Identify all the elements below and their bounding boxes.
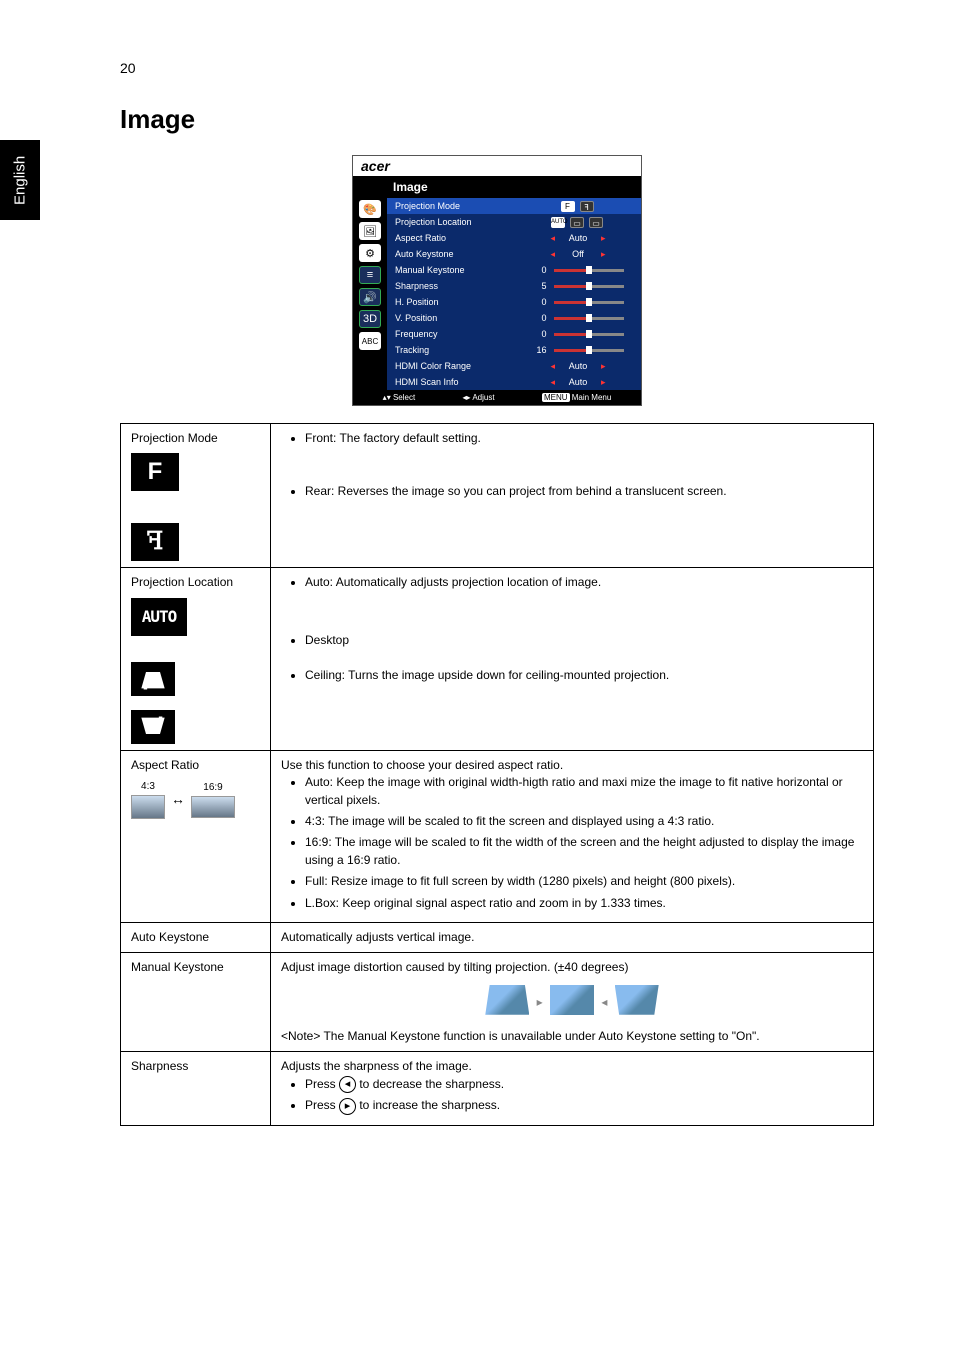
- section-title: Image: [120, 104, 874, 135]
- osd-row: HDMI Scan Info◂Auto▸: [387, 374, 641, 390]
- osd-row: Projection ModeFꟻ: [387, 198, 641, 214]
- row-label: Sharpness: [121, 1052, 271, 1125]
- osd-nav-icon: ≡: [359, 266, 381, 284]
- osd-row: Manual Keystone0: [387, 262, 641, 278]
- osd-row: Sharpness5: [387, 278, 641, 294]
- row-label: Auto Keystone: [121, 922, 271, 952]
- osd-screenshot: acer Image 🎨 🖼 ⚙ ≡ 🔊 3D ABC Projection M…: [352, 155, 642, 406]
- ceiling-icon: [131, 710, 175, 744]
- row-label: Manual Keystone: [121, 953, 271, 1052]
- cell-text: Automatically adjusts vertical image.: [271, 922, 874, 952]
- bullet: Desktop: [305, 632, 863, 649]
- cell-text: Adjusts the sharpness of the image.: [281, 1058, 863, 1075]
- cell-text: Adjust image distortion caused by tiltin…: [281, 959, 863, 976]
- bullet: Auto: Keep the image with original width…: [305, 774, 863, 809]
- bullet: 4:3: The image will be scaled to fit the…: [305, 813, 863, 830]
- language-tab: English: [0, 140, 40, 220]
- bullet: Ceiling: Turns the image upside down for…: [305, 667, 863, 684]
- desktop-icon: [131, 662, 175, 696]
- osd-footer: ▴▾ Select ◂▸ Adjust MENU Main Menu: [353, 390, 641, 405]
- right-arrow-icon: ▸: [339, 1098, 356, 1115]
- bullet: Press ▸ to increase the sharpness.: [305, 1097, 863, 1114]
- osd-row: HDMI Color Range◂Auto▸: [387, 358, 641, 374]
- keystone-diagram: ▸ ◂: [281, 985, 863, 1020]
- bullet: Press ◂ to decrease the sharpness.: [305, 1076, 863, 1093]
- osd-row: V. Position0: [387, 310, 641, 326]
- osd-nav-icon: ABC: [359, 332, 381, 350]
- bullet: Auto: Automatically adjusts projection l…: [305, 574, 863, 591]
- osd-nav-icon: 🔊: [359, 288, 381, 306]
- osd-nav-icon: 🖼: [359, 222, 381, 240]
- osd-row: Tracking16: [387, 342, 641, 358]
- osd-row: Auto Keystone◂Off▸: [387, 246, 641, 262]
- row-label: Aspect Ratio: [131, 757, 260, 774]
- note-text: <Note> The Manual Keystone function is u…: [281, 1028, 863, 1045]
- bullet: Full: Resize image to fit full screen by…: [305, 873, 863, 890]
- osd-title: Image: [353, 176, 641, 198]
- osd-sidebar: 🎨 🖼 ⚙ ≡ 🔊 3D ABC: [353, 198, 387, 390]
- front-icon: F: [131, 453, 179, 491]
- bullet: L.Box: Keep original signal aspect ratio…: [305, 895, 863, 912]
- row-label: Projection Location: [131, 574, 260, 591]
- osd-nav-icon: ⚙: [359, 244, 381, 262]
- intro-text: Use this function to choose your desired…: [281, 757, 863, 774]
- osd-row: Frequency0: [387, 326, 641, 342]
- auto-icon: AUTO: [131, 598, 187, 636]
- osd-rows: Projection ModeFꟻProjection LocationAUTO…: [387, 198, 641, 390]
- osd-row: Projection LocationAUTO▭▭: [387, 214, 641, 230]
- osd-nav-icon: 🎨: [359, 200, 381, 218]
- spec-table-main: Projection Mode F ꟻ Front: The factory d…: [120, 423, 874, 1126]
- row-label: Projection Mode: [131, 430, 260, 447]
- page-number: 20: [120, 60, 874, 76]
- rear-icon: ꟻ: [131, 523, 179, 561]
- bullet: Front: The factory default setting.: [305, 430, 863, 447]
- osd-nav-icon: 3D: [359, 310, 381, 328]
- osd-row: Aspect Ratio◂Auto▸: [387, 230, 641, 246]
- left-arrow-icon: ◂: [339, 1076, 356, 1093]
- bullet: Rear: Reverses the image so you can proj…: [305, 483, 863, 500]
- aspect-ratio-icons: 4:3 ↔ 16:9: [131, 780, 260, 819]
- osd-row: H. Position0: [387, 294, 641, 310]
- osd-brand: acer: [353, 156, 641, 176]
- bullet: 16:9: The image will be scaled to fit th…: [305, 834, 863, 869]
